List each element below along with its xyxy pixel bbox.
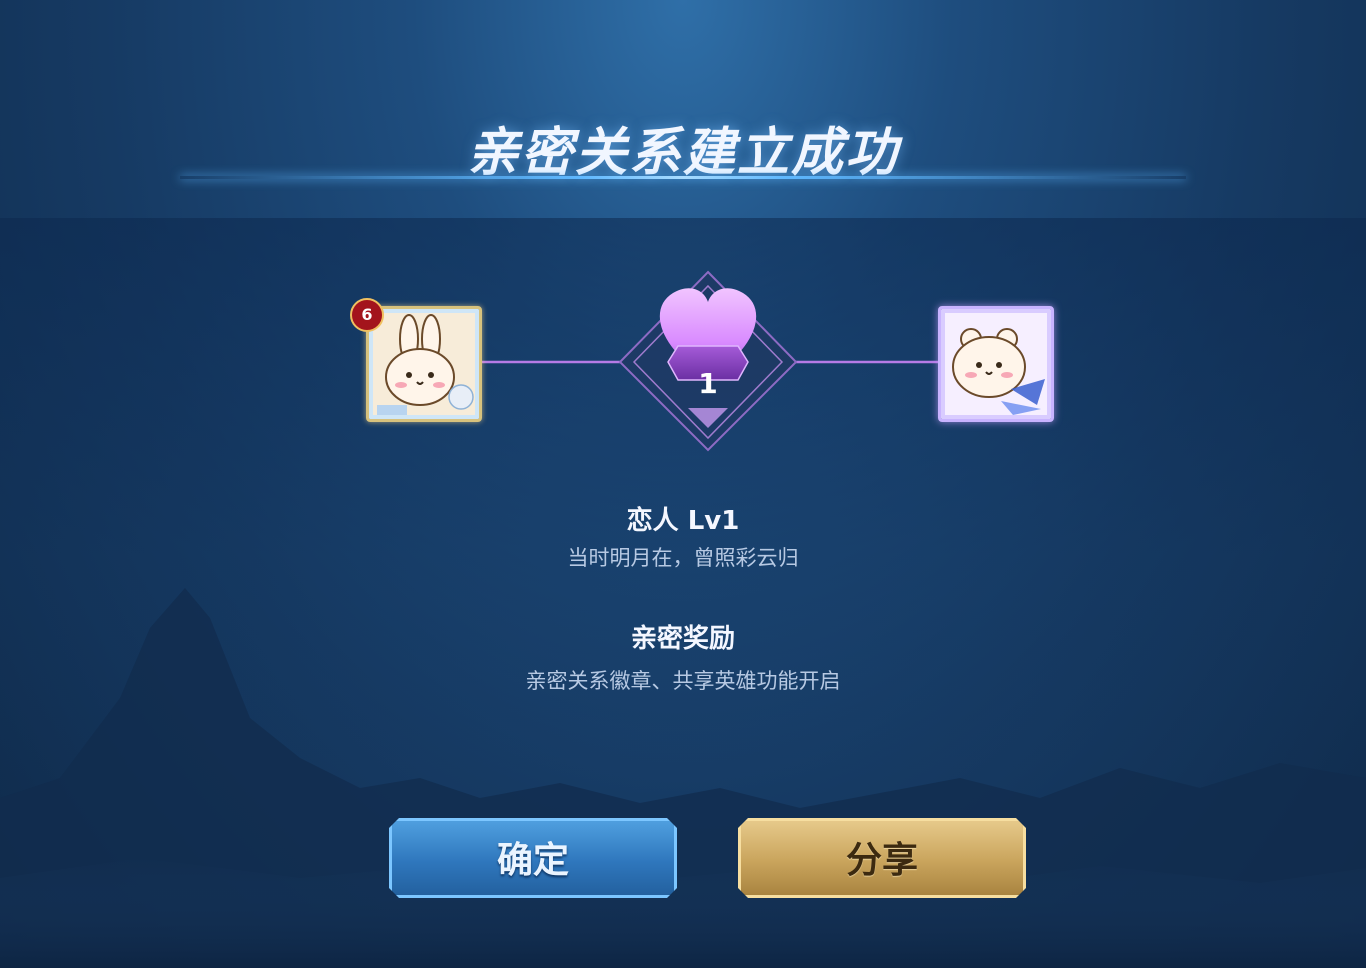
title-underline <box>180 176 1186 179</box>
intimacy-level: 1 <box>698 367 718 400</box>
relation-title: 恋人 Lv1 <box>626 506 740 536</box>
reward-title: 亲密奖励 <box>630 624 735 654</box>
page-title: 亲密关系建立成功 <box>466 123 899 183</box>
bunny-avatar-icon <box>369 309 479 419</box>
player-avatar-left[interactable] <box>366 306 482 422</box>
partner-avatar-right[interactable] <box>938 306 1054 422</box>
reward-description: 亲密关系徽章、共享英雄功能开启 <box>525 669 841 693</box>
relation-poem: 当时明月在，曾照彩云归 <box>567 546 799 570</box>
player-level-badge: 6 <box>350 298 384 332</box>
bear-avatar-icon <box>941 309 1051 419</box>
background-landscape <box>0 588 1366 968</box>
share-button[interactable]: 分享 <box>738 818 1026 898</box>
confirm-button[interactable]: 确定 <box>389 818 677 898</box>
